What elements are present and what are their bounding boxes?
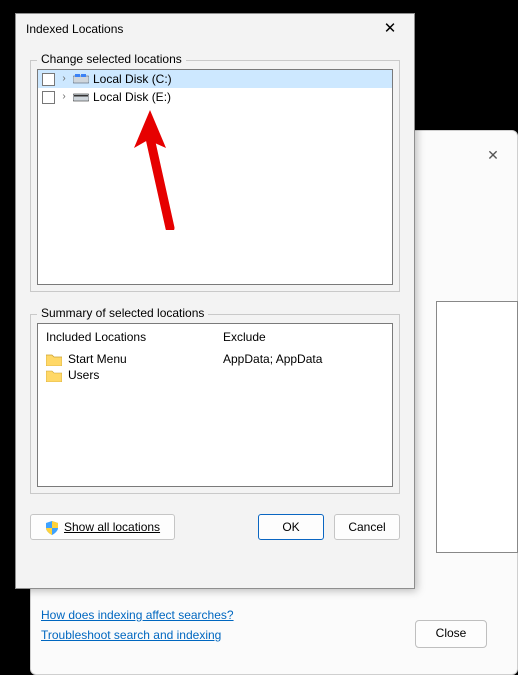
change-locations-label: Change selected locations xyxy=(37,52,186,66)
dialog-title: Indexed Locations xyxy=(26,22,123,36)
exclude-text: AppData; AppData xyxy=(223,352,384,366)
background-list-box xyxy=(436,301,518,553)
included-item[interactable]: Users xyxy=(46,368,207,382)
folder-icon xyxy=(46,352,62,366)
help-links: How does indexing affect searches? Troub… xyxy=(41,608,501,648)
included-item-label: Users xyxy=(68,368,99,382)
hard-disk-icon xyxy=(73,92,89,102)
checkbox[interactable] xyxy=(42,91,55,104)
os-disk-icon xyxy=(73,74,89,84)
ok-button[interactable]: OK xyxy=(258,514,324,540)
change-locations-group: Change selected locations › Local Disk (… xyxy=(30,60,400,292)
tree-row-label: Local Disk (E:) xyxy=(93,90,171,104)
cancel-button[interactable]: Cancel xyxy=(334,514,400,540)
folder-icon xyxy=(46,368,62,382)
included-item[interactable]: Start Menu xyxy=(46,352,207,366)
chevron-right-icon[interactable]: › xyxy=(59,74,69,84)
checkbox[interactable] xyxy=(42,73,55,86)
included-header: Included Locations xyxy=(46,330,207,344)
included-column: Included Locations Start Menu Users xyxy=(38,324,215,486)
close-button[interactable]: Close xyxy=(415,620,487,648)
summary-group: Summary of selected locations Included L… xyxy=(30,314,400,494)
tree-row-label: Local Disk (C:) xyxy=(93,72,172,86)
titlebar: Indexed Locations ✕ xyxy=(16,14,414,44)
tree-row-disk-e[interactable]: › Local Disk (E:) xyxy=(38,88,392,106)
tree-row-disk-c[interactable]: › Local Disk (C:) xyxy=(38,70,392,88)
show-all-label: Show all locations xyxy=(64,516,160,538)
included-item-label: Start Menu xyxy=(68,352,127,366)
indexed-locations-dialog: Indexed Locations ✕ Change selected loca… xyxy=(15,13,415,589)
locations-tree[interactable]: › Local Disk (C:) › Local Disk (E:) xyxy=(37,69,393,285)
summary-label: Summary of selected locations xyxy=(37,306,208,320)
summary-box: Included Locations Start Menu Users xyxy=(37,323,393,487)
exclude-header: Exclude xyxy=(223,330,384,344)
button-row: Show all locations OK Cancel xyxy=(30,514,400,540)
exclude-column: Exclude AppData; AppData xyxy=(215,324,392,486)
chevron-right-icon[interactable]: › xyxy=(59,92,69,102)
close-icon[interactable]: ✕ xyxy=(370,15,410,43)
shield-icon xyxy=(45,520,59,534)
close-icon[interactable]: ✕ xyxy=(481,143,505,167)
show-all-locations-button[interactable]: Show all locations xyxy=(30,514,175,540)
